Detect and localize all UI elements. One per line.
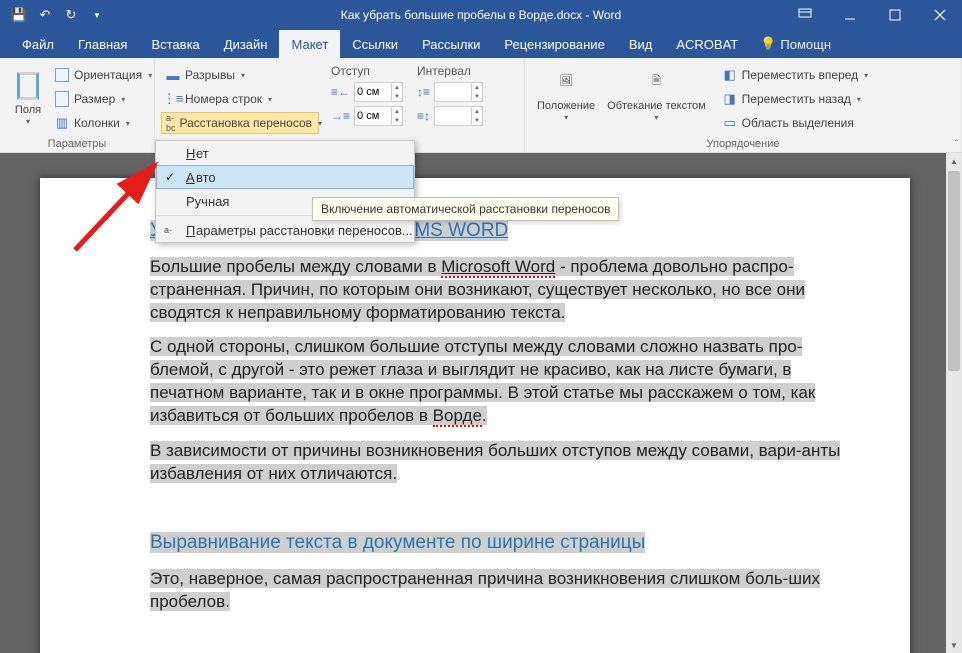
hyphenation-dropdown: Нет ✓Авто Ручная a-Параметры расстановки… — [155, 140, 415, 243]
linenums-icon: ⋮≡ — [165, 91, 181, 107]
tab-mailings[interactable]: Рассылки — [410, 30, 492, 58]
columns-button[interactable]: ▥Колонки — [50, 112, 156, 134]
indent-right-input[interactable]: ▲▼ — [354, 106, 403, 126]
doc-paragraph-4: Это, наверное, самая распространенная пр… — [150, 568, 860, 614]
hyphen-options[interactable]: a-Параметры расстановки переносов... — [156, 218, 414, 242]
tab-review[interactable]: Рецензирование — [492, 30, 616, 58]
minimize-icon[interactable] — [827, 0, 872, 30]
indent-right-icon: →≡ — [331, 109, 350, 123]
tab-insert[interactable]: Вставка — [139, 30, 211, 58]
bring-forward-button[interactable]: ◧Переместить вперед — [718, 64, 873, 86]
indent-label: Отступ — [331, 64, 403, 78]
breaks-button[interactable]: ▬Разрывы — [161, 64, 319, 86]
forward-icon: ◧ — [722, 67, 738, 83]
vertical-scrollbar[interactable]: ▲ ▼ — [946, 153, 962, 653]
tab-references[interactable]: Ссылки — [340, 30, 410, 58]
space-after-input[interactable]: ▲▼ — [434, 106, 483, 126]
hyphen-none[interactable]: Нет — [156, 141, 414, 165]
tab-home[interactable]: Главная — [66, 30, 139, 58]
qat-customize-icon[interactable]: ▼ — [86, 4, 108, 26]
size-button[interactable]: Размер — [50, 88, 156, 110]
wrap-text-button[interactable]: 🗎Обтекание текстом▾ — [601, 62, 712, 127]
tab-design[interactable]: Дизайн — [212, 30, 280, 58]
redo-icon[interactable]: ↻ — [60, 4, 82, 26]
margins-button[interactable]: Поля▾ — [6, 62, 50, 134]
doc-paragraph-3: В зависимости от причины возникновения б… — [150, 440, 860, 486]
space-before-icon: ↕≡ — [417, 85, 430, 99]
orientation-button[interactable]: Ориентация — [50, 64, 156, 86]
tab-file[interactable]: Файл — [10, 30, 66, 58]
bulb-icon: 💡 — [760, 36, 776, 52]
check-icon: ✓ — [165, 170, 175, 184]
scroll-thumb[interactable] — [948, 171, 960, 371]
document-page[interactable]: Убираем большие пробелы в MS WORD Больши… — [40, 178, 910, 653]
doc-paragraph-1: Большие пробелы между словами в Microsof… — [150, 256, 860, 325]
orientation-icon — [54, 67, 70, 83]
position-button[interactable]: 🖼Положение▾ — [531, 62, 601, 127]
undo-icon[interactable]: ↶ — [34, 4, 56, 26]
window-title: Как убрать большие пробелы в Ворде.docx … — [341, 8, 621, 22]
doc-paragraph-2: С одной стороны, слишком большие отступы… — [150, 336, 860, 428]
tell-me[interactable]: 💡Помощн — [760, 36, 831, 52]
backward-icon: ◨ — [722, 91, 738, 107]
hyphenation-button[interactable]: a-bcРасстановка переносов — [161, 112, 319, 134]
hyphenation-tooltip: Включение автоматической расстановки пер… — [312, 197, 619, 221]
group-page-setup: Параметры — [6, 136, 148, 152]
spacing-label: Интервал — [417, 64, 483, 78]
space-before-input[interactable]: ▲▼ — [434, 82, 483, 102]
size-icon — [54, 91, 70, 107]
columns-icon: ▥ — [54, 115, 70, 131]
scroll-down-icon[interactable]: ▼ — [946, 637, 962, 653]
breaks-icon: ▬ — [165, 67, 181, 83]
line-numbers-button[interactable]: ⋮≡Номера строк — [161, 88, 319, 110]
collapse-ribbon-icon[interactable]: ˆ — [955, 139, 958, 150]
group-arrange: Упорядочение — [531, 136, 955, 152]
margins-icon — [12, 70, 44, 102]
scroll-up-icon[interactable]: ▲ — [946, 153, 962, 169]
tab-view[interactable]: Вид — [617, 30, 665, 58]
selection-pane-button[interactable]: ▭Область выделения — [718, 112, 873, 134]
hyphen-auto[interactable]: ✓Авто — [156, 165, 414, 189]
space-after-icon: ≡↕ — [417, 109, 430, 123]
hyphen-icon: a-bc — [166, 115, 176, 131]
maximize-icon[interactable] — [872, 0, 917, 30]
doc-heading-2: Выравнивание текста в документе по ширин… — [150, 532, 645, 553]
hyphen-opts-icon: a- — [164, 225, 172, 235]
indent-left-icon: ≡← — [331, 85, 350, 99]
ribbon-options-icon[interactable] — [782, 0, 827, 30]
position-icon: 🖼 — [550, 66, 582, 98]
tab-layout[interactable]: Макет — [279, 30, 340, 58]
wrap-icon: 🗎 — [640, 66, 672, 98]
tab-acrobat[interactable]: ACROBAT — [664, 30, 750, 58]
indent-left-input[interactable]: ▲▼ — [354, 82, 403, 102]
save-icon[interactable]: 💾 — [8, 4, 30, 26]
send-backward-button[interactable]: ◨Переместить назад — [718, 88, 873, 110]
selpane-icon: ▭ — [722, 115, 738, 131]
close-icon[interactable] — [917, 0, 962, 30]
